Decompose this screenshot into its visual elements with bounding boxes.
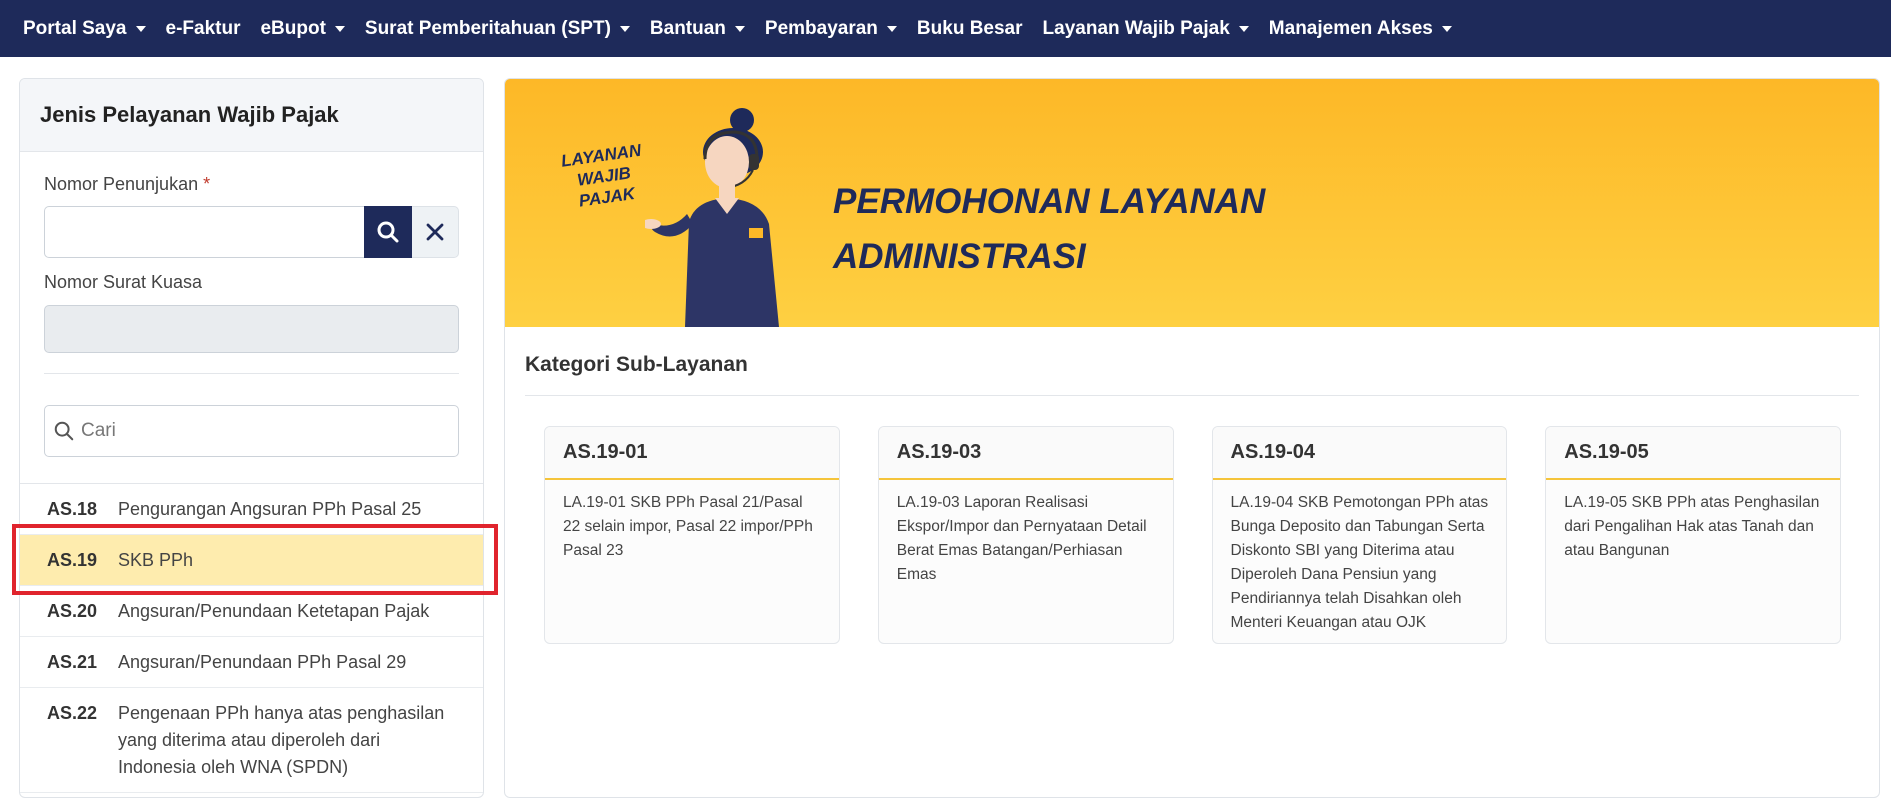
caret-down-icon (1238, 25, 1249, 32)
search-placeholder: Cari (81, 420, 116, 441)
search-button[interactable] (364, 206, 412, 258)
nav-ebupot[interactable]: eBupot (260, 18, 345, 40)
nav-layanan-wajib-pajak[interactable]: Layanan Wajib Pajak (1043, 18, 1249, 40)
filter-form: Nomor Penunjukan * Nomor Surat Kuasa Car… (20, 174, 483, 457)
sub-service-cards: AS.19-01 LA.19-01 SKB PPh Pasal 21/Pasal… (544, 426, 1879, 644)
selection-highlight-frame (12, 524, 498, 595)
nomor-penunjukan-group (44, 206, 459, 258)
sub-service-panel: LAYANAN WAJIB PAJAK PERMOHONAN LAYANAN A… (504, 78, 1880, 798)
caret-down-icon (1441, 25, 1452, 32)
sub-service-card[interactable]: AS.19-05 LA.19-05 SKB PPh atas Penghasil… (1545, 426, 1841, 644)
sub-service-card[interactable]: AS.19-03 LA.19-03 Laporan Realisasi Eksp… (877, 426, 1174, 644)
nav-spt[interactable]: Surat Pemberitahuan (SPT) (365, 18, 630, 40)
banner-title: PERMOHONAN LAYANAN ADMINISTRASI (833, 182, 1266, 276)
nav-portal-saya[interactable]: Portal Saya (23, 18, 146, 40)
divider (44, 373, 459, 374)
card-description: LA.19-01 SKB PPh Pasal 21/Pasal 22 selai… (563, 494, 813, 559)
required-mark: * (203, 174, 211, 194)
sub-service-card[interactable]: AS.19-01 LA.19-01 SKB PPh Pasal 21/Pasal… (544, 426, 840, 644)
close-icon (426, 223, 444, 241)
customer-service-illustration (645, 108, 779, 327)
top-navbar: Portal Saya e-Faktur eBupot Surat Pember… (0, 0, 1891, 57)
card-description: LA.19-04 SKB Pemotongan PPh atas Bunga D… (1230, 494, 1489, 631)
card-description: LA.19-03 Laporan Realisasi Ekspor/Impor … (896, 494, 1147, 583)
search-icon (377, 221, 399, 243)
search-icon (54, 421, 74, 441)
card-code: AS.19-04 (1212, 427, 1507, 480)
panel-header: Jenis Pelayanan Wajib Pajak (20, 79, 483, 152)
card-description: LA.19-05 SKB PPh atas Penghasilan dari P… (1564, 494, 1820, 559)
nav-manajemen-akses[interactable]: Manajemen Akses (1269, 18, 1452, 40)
panel-title: Jenis Pelayanan Wajib Pajak (40, 102, 339, 127)
nav-bantuan[interactable]: Bantuan (650, 18, 745, 40)
nav-buku-besar[interactable]: Buku Besar (917, 18, 1023, 40)
card-code: AS.19-05 (1546, 427, 1840, 480)
nomor-surat-kuasa-input (44, 305, 459, 353)
filter-search-input[interactable]: Cari (44, 405, 459, 457)
caret-down-icon (135, 25, 146, 32)
list-item[interactable]: AS.22 Pengenaan PPh hanya atas penghasila… (20, 688, 483, 793)
nav-pembayaran[interactable]: Pembayaran (765, 18, 897, 40)
sub-service-card[interactable]: AS.19-04 LA.19-04 SKB Pemotongan PPh ata… (1211, 426, 1508, 644)
list-item[interactable]: AS.21 Angsuran/Penundaan PPh Pasal 29 (20, 637, 483, 688)
caret-down-icon (886, 25, 897, 32)
service-type-panel: Jenis Pelayanan Wajib Pajak Nomor Penunj… (19, 78, 484, 798)
banner: LAYANAN WAJIB PAJAK PERMOHONAN LAYANAN A… (505, 79, 1879, 327)
caret-down-icon (619, 25, 630, 32)
card-code: AS.19-03 (878, 427, 1173, 480)
nomor-surat-kuasa-label: Nomor Surat Kuasa (44, 272, 203, 292)
clear-button[interactable] (412, 206, 459, 258)
card-code: AS.19-01 (545, 427, 839, 480)
caret-down-icon (334, 25, 345, 32)
caret-down-icon (734, 25, 745, 32)
nomor-penunjukan-input[interactable] (44, 206, 364, 258)
nomor-penunjukan-label: Nomor Penunjukan * (44, 174, 211, 194)
nav-e-faktur[interactable]: e-Faktur (166, 18, 241, 40)
sub-service-title: Kategori Sub-Layanan (525, 353, 748, 376)
divider (525, 395, 1859, 396)
